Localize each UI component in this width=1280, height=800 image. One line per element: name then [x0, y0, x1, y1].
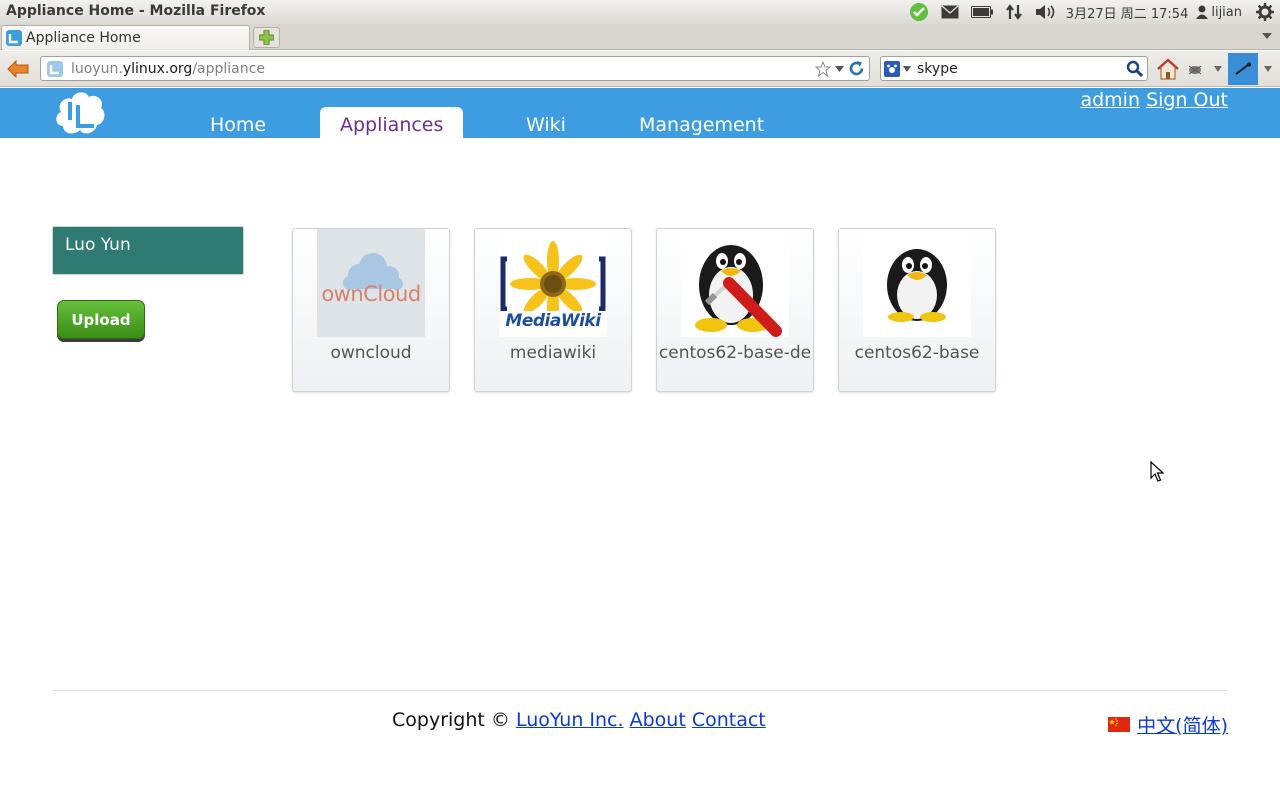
new-tab-button[interactable] [253, 27, 280, 48]
home-button[interactable] [1156, 54, 1180, 84]
company-link[interactable]: LuoYun Inc. [516, 709, 624, 731]
appliance-card-centos62-base[interactable]: centos62-base [838, 228, 996, 392]
appliance-name: mediawiki [509, 343, 597, 363]
extension-dropdown-icon[interactable] [1264, 66, 1272, 72]
search-engine-selector[interactable] [884, 60, 911, 77]
url-path: /appliance [192, 60, 265, 77]
reload-icon[interactable] [848, 60, 865, 77]
admin-link[interactable]: admin [1080, 89, 1140, 111]
appliance-name: centos62-base [854, 343, 980, 363]
sidebar-title-card: Luo Yun [52, 226, 244, 275]
site-header: Home Appliances Wiki Management admin Si… [0, 88, 1280, 138]
system-tray: 3月27日 周二 17:54 lijian [904, 0, 1280, 24]
tux-screwdriver-icon [681, 229, 789, 337]
user-menu[interactable]: lijian [1192, 0, 1250, 24]
username: lijian [1211, 4, 1242, 20]
mouse-cursor-icon [1150, 461, 1164, 482]
nav-wiki[interactable]: Wiki [506, 107, 586, 138]
sign-out-link[interactable]: Sign Out [1146, 89, 1228, 111]
search-bar[interactable] [880, 56, 1148, 81]
luoyun-logo-icon[interactable] [53, 88, 107, 138]
mediawiki-wordmark: MediaWiki [505, 311, 601, 331]
appliance-card-mediawiki[interactable]: MediaWiki mediawiki [474, 228, 632, 392]
user-links: admin Sign Out [1080, 89, 1228, 111]
volume-icon[interactable] [1030, 0, 1062, 24]
back-button[interactable] [4, 57, 32, 81]
language-link[interactable]: 中文(简体) [1137, 711, 1228, 738]
os-top-panel: Appliance Home - Mozilla Firefox 3月27日 周… [0, 0, 1280, 24]
upload-button[interactable]: Upload [57, 300, 145, 339]
home-icon [1157, 58, 1179, 80]
bug-icon [1188, 65, 1202, 75]
engine-dropdown-icon [903, 65, 911, 72]
bookmark-star-icon[interactable] [815, 60, 831, 77]
footer-divider [52, 690, 1228, 691]
browser-tab-strip: Appliance Home [0, 24, 1280, 50]
copyright-text: Copyright © [392, 709, 510, 731]
nav-management[interactable]: Management [619, 107, 784, 138]
mail-icon[interactable] [934, 0, 966, 24]
appliance-card-owncloud[interactable]: ownCloud owncloud [292, 228, 450, 392]
china-flag-icon [1108, 717, 1131, 732]
tab-title: Appliance Home [26, 30, 141, 46]
appliance-name: centos62-base-de [658, 343, 812, 363]
search-input[interactable] [917, 60, 1117, 77]
window-title: Appliance Home - Mozilla Firefox [6, 3, 266, 19]
nav-home[interactable]: Home [190, 107, 286, 138]
addon-button[interactable] [1186, 54, 1222, 84]
battery-icon[interactable] [966, 0, 998, 24]
addon-dropdown-icon [1214, 66, 1222, 72]
back-arrow-icon [7, 60, 29, 78]
clock[interactable]: 3月27日 周二 17:54 [1062, 0, 1193, 24]
url-host-prefix: luoyun. [71, 60, 123, 77]
appliance-name: owncloud [330, 343, 412, 363]
network-icon[interactable] [998, 0, 1030, 24]
contact-link[interactable]: Contact [692, 709, 766, 731]
power-gear-icon[interactable] [1250, 0, 1280, 24]
browser-nav-toolbar: luoyun. ylinux.org/appliance [0, 51, 1280, 87]
user-icon [1196, 5, 1209, 19]
mediawiki-logo: MediaWiki [499, 229, 607, 337]
language-switcher: 中文(简体) [1108, 711, 1228, 738]
site-identity-icon[interactable] [47, 60, 63, 77]
extension-button[interactable] [1228, 53, 1258, 85]
tab-list-arrow-icon[interactable] [1262, 32, 1272, 40]
tux-penguin-icon [863, 229, 971, 337]
pen-tool-icon [1235, 62, 1251, 75]
search-engine-icon [884, 60, 900, 77]
url-history-dropdown-icon[interactable] [835, 65, 844, 72]
url-bar[interactable]: luoyun. ylinux.org/appliance [40, 56, 870, 81]
sidebar-title: Luo Yun [65, 235, 131, 255]
chat-status-icon[interactable] [904, 0, 934, 24]
footer: Copyright © LuoYun Inc. About Contact [392, 709, 766, 731]
search-icon[interactable] [1126, 60, 1144, 78]
tab-appliance-home[interactable]: Appliance Home [1, 25, 250, 50]
owncloud-wordmark: ownCloud [321, 282, 421, 306]
about-link[interactable]: About [630, 709, 686, 731]
owncloud-logo: ownCloud [317, 229, 425, 337]
site-favicon-icon [6, 30, 22, 46]
appliance-card-centos62-base-de[interactable]: centos62-base-de [656, 228, 814, 392]
nav-appliances[interactable]: Appliances [320, 107, 464, 138]
plus-icon [259, 30, 274, 45]
url-host: ylinux.org [122, 60, 193, 77]
